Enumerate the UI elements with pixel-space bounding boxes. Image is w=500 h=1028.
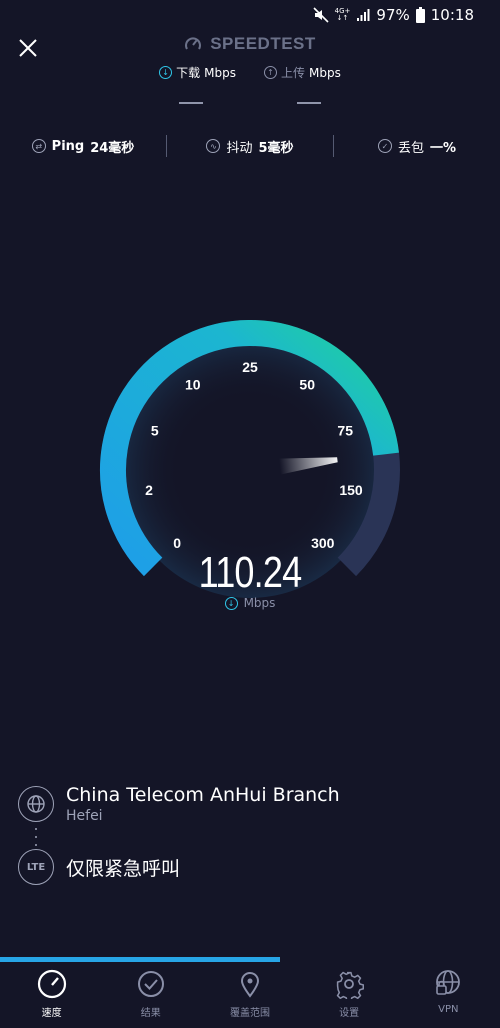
vpn-globe-icon (430, 966, 466, 1002)
battery-icon (415, 7, 425, 23)
download-arrow-icon: ↓ (224, 596, 238, 610)
loss-metric: ✓ 丢包 一% (334, 137, 500, 156)
brand-text: SPEEDTEST (210, 34, 316, 53)
packet-loss-icon: ✓ (377, 139, 392, 153)
ping-label: Ping (51, 138, 85, 154)
gear-icon (331, 966, 367, 1002)
provider-name: 仅限紧急呼叫 (66, 857, 181, 880)
clock: 10:18 (430, 6, 474, 24)
tab-results[interactable]: 结果 (106, 966, 196, 1019)
jitter-icon: ∿ (206, 139, 221, 153)
download-arrow-icon: ↓ (159, 66, 173, 79)
connector-dots (35, 828, 37, 846)
speed-reading: 110.24 (198, 548, 303, 597)
server-info[interactable]: China Telecom AnHui Branch Hefei (18, 784, 478, 824)
server-city: Hefei (66, 808, 103, 824)
metrics-row: ⇄ Ping 24毫秒 ∿ 抖动 5毫秒 ✓ 丢包 一% (0, 134, 500, 158)
gauge-tick-label: 150 (339, 482, 363, 498)
lte-icon: LTE (18, 849, 54, 885)
download-result-dash (179, 102, 203, 104)
mute-icon (313, 7, 329, 23)
tab-label: 结果 (140, 1008, 161, 1019)
server-name: China Telecom AnHui Branch (66, 784, 340, 806)
globe-icon (18, 786, 54, 822)
upload-mode: ↑ 上传 Mbps (264, 64, 341, 81)
tab-settings[interactable]: 设置 (304, 966, 394, 1019)
map-pin-icon (232, 966, 268, 1002)
tab-label: 覆盖范围 (229, 1008, 270, 1019)
speedometer-icon (34, 966, 70, 1002)
status-bar: 4G+ ↓↑ 97% 10:18 (0, 0, 500, 30)
jitter-metric: ∿ 抖动 5毫秒 (167, 137, 333, 156)
gauge-tick-label: 5 (151, 423, 159, 439)
gauge-tick-label: 10 (185, 376, 201, 392)
speed-unit-row: ↓ Mbps (0, 596, 500, 610)
loss-label: 丢包 (397, 140, 424, 156)
result-placeholders (0, 102, 500, 104)
jitter-value: 5毫秒 (258, 140, 294, 156)
download-label: 下载 (176, 66, 201, 80)
gauge-tick-label: 75 (337, 423, 353, 439)
upload-unit: Mbps (309, 65, 341, 80)
ping-metric: ⇄ Ping 24毫秒 (0, 137, 166, 156)
speedometer-logo-icon (185, 37, 202, 50)
tab-label: 设置 (339, 1008, 360, 1019)
gauge-tick-label: 25 (242, 359, 258, 375)
test-progress-bar (0, 957, 500, 962)
upload-label: 上传 (281, 66, 306, 80)
loss-value: 一% (429, 140, 457, 156)
ping-value: 24毫秒 (90, 140, 135, 156)
network-type: 4G+ ↓↑ (334, 7, 351, 22)
lte-badge: LTE (26, 861, 46, 873)
battery-percent: 97% (376, 6, 410, 24)
bottom-tab-bar: 速度 结果 覆盖范围 设置 VPN (0, 966, 500, 1028)
tab-vpn[interactable]: VPN (403, 966, 493, 1015)
download-mode: ↓ 下载 Mbps (159, 64, 236, 81)
download-unit: Mbps (204, 65, 236, 80)
tab-coverage[interactable]: 覆盖范围 (205, 966, 295, 1019)
jitter-label: 抖动 (226, 140, 253, 156)
speed-unit: Mbps (243, 596, 276, 610)
signal-icon (356, 8, 370, 22)
tab-label: 速度 (41, 1008, 62, 1019)
mode-labels: ↓ 下载 Mbps ↑ 上传 Mbps (0, 64, 500, 81)
tab-speed[interactable]: 速度 (7, 966, 97, 1019)
check-circle-icon (133, 966, 169, 1002)
brand-title: SPEEDTEST (0, 34, 500, 54)
tab-label: VPN (438, 1004, 459, 1015)
gauge-tick-label: 2 (145, 482, 153, 498)
upload-arrow-icon: ↑ (264, 66, 277, 79)
gauge-tick-label: 50 (299, 376, 315, 392)
ping-icon: ⇄ (31, 139, 46, 153)
test-progress-fill (0, 957, 280, 962)
provider-info[interactable]: LTE 仅限紧急呼叫 (18, 849, 478, 885)
upload-result-dash (297, 102, 321, 104)
